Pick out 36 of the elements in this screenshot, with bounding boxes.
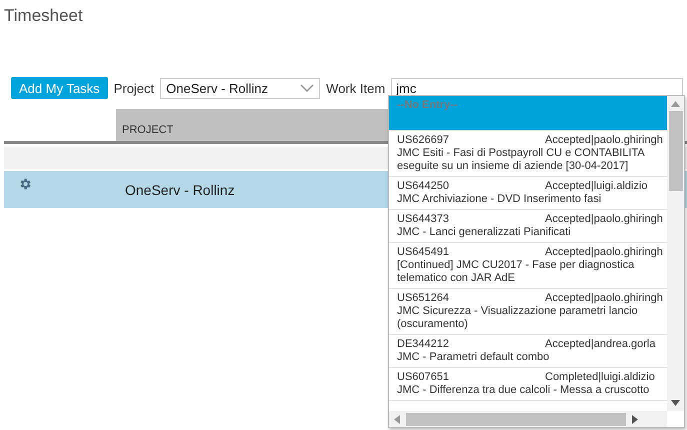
vertical-scrollbar[interactable]: [667, 96, 684, 411]
scrollbar-thumb[interactable]: [406, 412, 626, 426]
chevron-down-icon: [300, 84, 314, 92]
scrollbar-thumb[interactable]: [668, 111, 682, 191]
work-item-id: US626697: [397, 134, 450, 147]
work-item-id: US645491: [397, 246, 450, 259]
work-item-status: Completed|luigi.aldizio: [545, 371, 655, 384]
work-item-description: JMC Esiti - Fasi di Postpayroll CU e CONTABILITA eseguite su un insieme di aziende [30-04-2017]: [397, 147, 646, 173]
work-item-status: Accepted|paolo.ghiringh: [545, 292, 663, 305]
work-item-label: Work Item: [326, 80, 386, 96]
project-cell: OneServ - Rollinz: [125, 182, 235, 198]
work-item-id: DE344212: [397, 338, 450, 351]
scroll-up-icon[interactable]: [671, 101, 680, 107]
work-item-status: Accepted|paolo.ghiringh: [545, 134, 663, 147]
work-item-id: US607651: [397, 371, 450, 384]
project-label: Project: [114, 80, 154, 96]
work-item-description: JMC - Lanci generalizzati Pianificati: [397, 226, 572, 239]
work-item-description: JMC Archiviazione - DVD Inserimento fasi: [397, 193, 602, 206]
work-item-status: Accepted|paolo.ghiringh: [545, 246, 663, 259]
work-item-status: Accepted|luigi.aldizio: [545, 180, 648, 193]
work-item-description: JMC - Parametri default combo: [397, 351, 550, 364]
scroll-left-icon[interactable]: [394, 414, 400, 424]
work-item-description: JMC - Differenza tra due calcoli - Messa a cruscotto: [397, 384, 650, 397]
scroll-down-icon[interactable]: [671, 400, 680, 406]
work-item-description: [Continued] JMC CU2017 - Fase per diagnostica telematico con JAR AdE: [397, 259, 636, 285]
work-item-status: Accepted|paolo.ghiringh: [545, 213, 663, 226]
project-select[interactable]: OneServ - Rollinz: [160, 78, 320, 98]
scroll-right-icon[interactable]: [632, 414, 638, 424]
page-title: Timesheet: [3, 5, 84, 27]
horizontal-scrollbar[interactable]: [389, 411, 667, 427]
work-item-id: US651264: [397, 292, 450, 305]
work-item-id: US644250: [397, 180, 450, 193]
work-item-description: JMC Sicurezza - Visualizzazione parametri lancio (oscuramento): [397, 305, 639, 331]
gear-icon[interactable]: [18, 177, 32, 191]
work-item-id: US644373: [397, 213, 450, 226]
work-item-status: Accepted|andrea.gorla: [545, 338, 656, 351]
